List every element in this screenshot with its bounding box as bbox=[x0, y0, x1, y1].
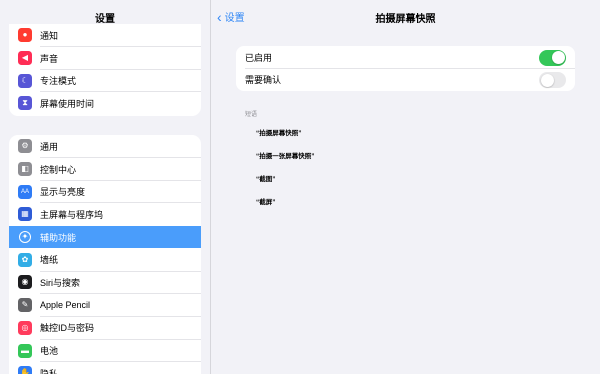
sidebar-item-label: Siri与搜索 bbox=[40, 277, 80, 288]
enabled-label: 已启用 bbox=[245, 52, 273, 63]
sidebar-item[interactable]: ◉ Siri与搜索 bbox=[9, 271, 201, 294]
sidebar-group-notifications: ● 通知 ◀ 声音 ☾ 专注模式 ⧗ 屏幕使用时间 bbox=[9, 24, 201, 116]
toggle-knob bbox=[551, 51, 565, 64]
sidebar-item-label: 电池 bbox=[40, 346, 59, 357]
moon-icon: ☾ bbox=[18, 73, 32, 88]
sidebar-item[interactable]: ▦ 主屏幕与程序坞 bbox=[9, 203, 201, 226]
phrase-item: “拍摄屏幕快照” bbox=[256, 130, 302, 137]
sidebar-title: 设置 bbox=[95, 14, 115, 25]
sidebar-item[interactable]: AA 显示与亮度 bbox=[9, 180, 201, 204]
sidebar-item[interactable]: ◀ 声音 bbox=[9, 47, 201, 70]
phrase-item: “截图” bbox=[256, 176, 276, 183]
bell-icon: ● bbox=[18, 28, 32, 43]
pencil-icon: ✎ bbox=[18, 298, 32, 313]
phrases-header: 短语 bbox=[245, 112, 258, 118]
sidebar-group-general: ⚙ 通用 ◧ 控制中心 AA 显示与亮度 ▦ 主屏幕与程序坞 ✦ 辅助功能 ✿ 墙纸 ◉ Siri与搜索 ✎… bbox=[9, 135, 201, 374]
toggle-knob bbox=[540, 73, 554, 87]
gear-icon: ⚙ bbox=[18, 139, 32, 154]
sidebar-item[interactable]: ✋ 隐私 bbox=[9, 362, 201, 374]
sidebar-item[interactable]: ▬ 电池 bbox=[9, 339, 201, 362]
sidebar-item-label: 辅助功能 bbox=[40, 232, 77, 243]
sidebar-item-label: 通知 bbox=[40, 30, 59, 41]
sidebar-item[interactable]: ✿ 墙纸 bbox=[9, 248, 201, 272]
sidebar-item-label: 控制中心 bbox=[40, 164, 77, 175]
sidebar-item-label: 屏幕使用时间 bbox=[40, 98, 95, 109]
sidebar-item[interactable]: ✎ Apple Pencil bbox=[9, 294, 201, 317]
settings-card: 已启用 需要确认 bbox=[236, 46, 575, 91]
accessibility-icon: ✦ bbox=[18, 230, 32, 244]
sidebar-item[interactable]: ✦ 辅助功能 bbox=[9, 225, 201, 249]
sidebar-item[interactable]: ◧ 控制中心 bbox=[9, 158, 201, 181]
enabled-toggle[interactable] bbox=[539, 49, 566, 66]
sidebar-item[interactable]: ◎ 触控ID与密码 bbox=[9, 317, 201, 340]
phrase-item: “截屏” bbox=[256, 199, 276, 206]
confirm-row: 需要确认 bbox=[236, 69, 575, 92]
battery-icon: ▬ bbox=[18, 343, 32, 358]
speaker-icon: ◀ bbox=[18, 51, 32, 66]
confirm-toggle[interactable] bbox=[539, 72, 566, 88]
sidebar-item-label: 触控ID与密码 bbox=[40, 323, 95, 334]
phrase-item: “拍摄一张屏幕快照” bbox=[256, 153, 315, 160]
sidebar-item[interactable]: ☾ 专注模式 bbox=[9, 69, 201, 93]
sidebar-item-label: 声音 bbox=[40, 53, 59, 64]
siri-icon: ◉ bbox=[18, 275, 32, 290]
sidebar-item[interactable]: ⚙ 通用 bbox=[9, 135, 201, 158]
wallpaper-icon: ✿ bbox=[18, 252, 32, 267]
sidebar-item[interactable]: ● 通知 bbox=[9, 24, 201, 47]
sidebar-item-label: 墙纸 bbox=[40, 255, 59, 266]
detail-pane: ‹ 设置 拍摄屏幕快照 已启用 需要确认 短语 “拍摄屏幕快照” “拍摄一张屏幕… bbox=[211, 0, 600, 374]
confirm-label: 需要确认 bbox=[245, 75, 282, 86]
hourglass-icon: ⧗ bbox=[18, 96, 32, 111]
sidebar-item-label: 显示与亮度 bbox=[40, 187, 86, 198]
fingerprint-icon: ◎ bbox=[18, 320, 32, 335]
sidebar-item-label: 主屏幕与程序坞 bbox=[40, 209, 104, 220]
privacy-hand-icon: ✋ bbox=[18, 366, 32, 374]
sidebar-item-label: Apple Pencil bbox=[40, 300, 91, 311]
sidebar-item[interactable]: ⧗ 屏幕使用时间 bbox=[9, 92, 201, 115]
control-center-icon: ◧ bbox=[18, 162, 32, 177]
sidebar-item-label: 专注模式 bbox=[40, 76, 77, 87]
sidebar-item-label: 通用 bbox=[40, 141, 59, 152]
page-title: 拍摄屏幕快照 bbox=[375, 14, 436, 25]
sidebar-item-label: 隐私 bbox=[40, 368, 59, 374]
home-screen-icon: ▦ bbox=[18, 207, 32, 222]
display-brightness-icon: AA bbox=[18, 184, 32, 199]
enabled-row: 已启用 bbox=[236, 46, 575, 69]
settings-sidebar: 设置 ● 通知 ◀ 声音 ☾ 专注模式 ⧗ 屏幕使用时间 ⚙ 通用 ◧ 控制中心 AA 显示与亮度 ▦ 主屏… bbox=[0, 0, 210, 374]
